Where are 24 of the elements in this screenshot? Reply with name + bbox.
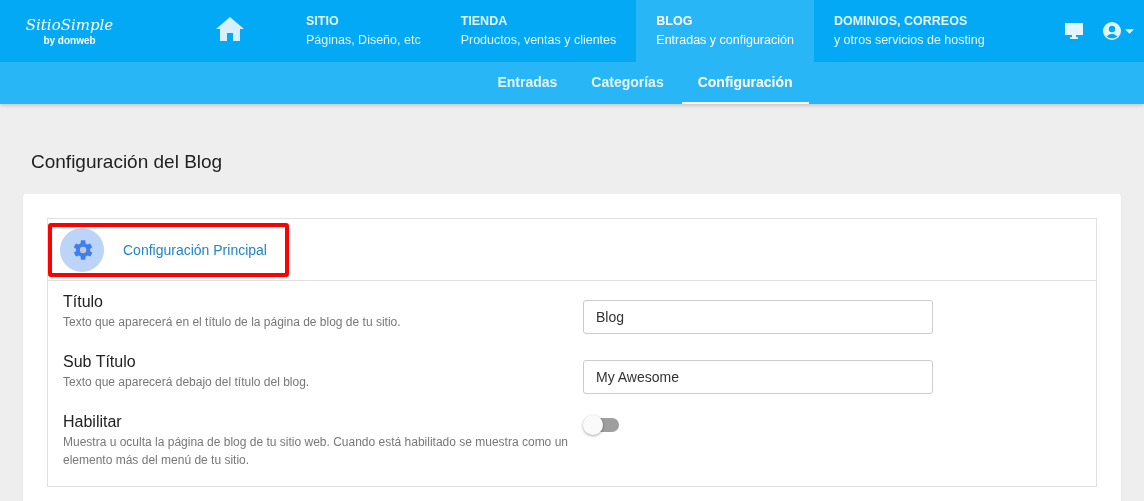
nav-tab[interactable]: BLOG Entradas y configuración: [636, 0, 814, 62]
text-field[interactable]: My Awesome: [583, 360, 933, 394]
subnav-tab[interactable]: Entradas: [481, 62, 574, 104]
logo[interactable]: SitioSimple by donweb: [12, 0, 127, 62]
help-text: Texto que aparecerá debajo del título del blog.: [63, 374, 311, 391]
toggle-switch[interactable]: [583, 414, 619, 434]
help-text: Muestra u oculta la página de blog de tu sitio web. Cuando está habilitado se muestra como un elemento más del menú de tu sitio.: [63, 434, 568, 469]
page-title: Configuración del Blog: [30, 150, 224, 174]
text-field[interactable]: Blog: [583, 300, 933, 334]
monitor-icon[interactable]: [1064, 22, 1084, 40]
subnav-tab[interactable]: Configuración: [681, 62, 809, 104]
subnav-tab[interactable]: Categorías: [575, 62, 680, 104]
field-label: Habilitar: [63, 412, 123, 432]
section-title[interactable]: Configuración Principal: [123, 241, 267, 258]
nav-tab[interactable]: SITIO Páginas, Diseño, etc: [286, 0, 441, 62]
user-icon[interactable]: [1102, 21, 1122, 41]
nav-tab[interactable]: TIENDA Productos, ventas y clientes: [440, 0, 637, 62]
nav-tab[interactable]: DOMINIOS, CORREOS y otros servicios de hosting: [813, 0, 1005, 62]
field-label: Sub Título: [63, 352, 137, 372]
gear-icon: [60, 227, 104, 272]
help-text: Texto que aparecerá en el título de la página de blog de tu sitio.: [63, 314, 402, 331]
caret-icon[interactable]: [1125, 28, 1134, 34]
field-label: Título: [63, 292, 104, 312]
home-icon[interactable]: [215, 16, 245, 42]
